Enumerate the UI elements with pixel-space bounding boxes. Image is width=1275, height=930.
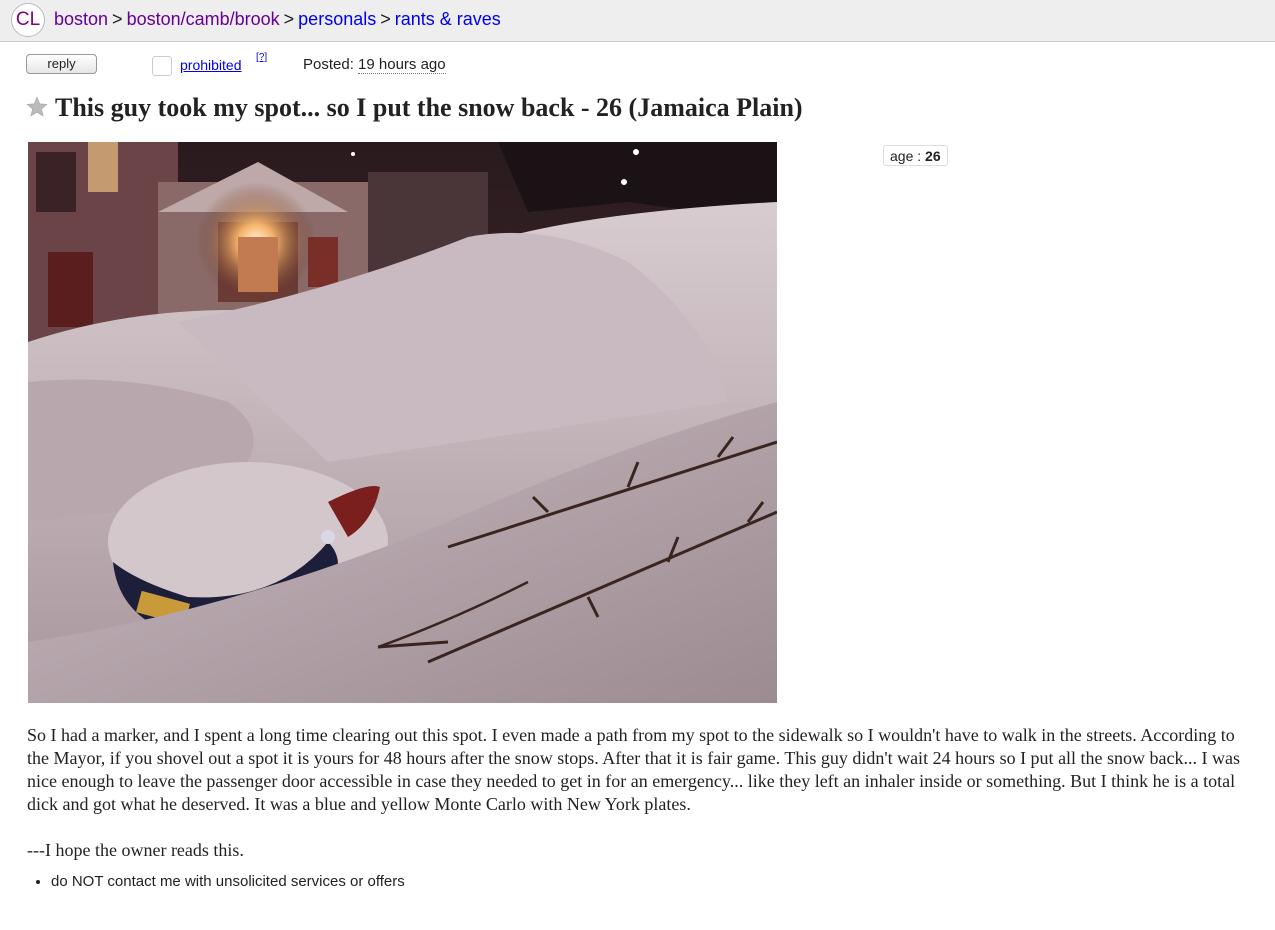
notice-item: do NOT contact me with unsolicited servi… — [51, 872, 405, 892]
breadcrumb: boston > boston/camb/brook > personals > rants… — [54, 8, 501, 30]
posted-time: 19 hours ago — [358, 56, 446, 74]
breadcrumb-separator: > — [283, 9, 295, 29]
post-body-paragraph: So I had a marker, and I spent a long ti… — [27, 725, 1241, 814]
post-body: So I had a marker, and I spent a long ti… — [27, 724, 1252, 862]
craigslist-logo[interactable]: CL — [11, 3, 45, 37]
notices-list: do NOT contact me with unsolicited servi… — [33, 872, 405, 892]
star-icon[interactable] — [26, 96, 48, 118]
age-value: 26 — [925, 148, 941, 164]
posted-info: Posted: 19 hours ago — [303, 55, 446, 74]
posted-label: Posted: — [303, 56, 354, 73]
breadcrumb-boston-camb-brook[interactable]: boston/camb/brook — [127, 9, 280, 29]
header-bar: CL boston > boston/camb/brook > personals > ra… — [0, 0, 1275, 42]
breadcrumb-separator: > — [380, 9, 391, 29]
flag-help-link[interactable]: [?] — [256, 52, 267, 64]
breadcrumb-separator: > — [112, 9, 123, 29]
post-body-spacer — [27, 816, 1252, 839]
post-body-closing: ---I hope the owner reads this. — [27, 840, 244, 860]
attribute-age: age : 26 — [883, 145, 948, 166]
breadcrumb-rants-raves[interactable]: rants & raves — [395, 9, 501, 29]
flag-checkbox[interactable] — [152, 56, 172, 76]
breadcrumb-personals[interactable]: personals — [298, 9, 376, 29]
reply-button[interactable]: reply — [26, 54, 97, 74]
prohibited-flag-link[interactable]: prohibited — [180, 56, 242, 74]
breadcrumb-boston[interactable]: boston — [54, 9, 108, 29]
post-photo[interactable] — [28, 142, 777, 703]
post-title: This guy took my spot... so I put the sn… — [55, 93, 803, 122]
age-label: age : — [890, 148, 922, 164]
